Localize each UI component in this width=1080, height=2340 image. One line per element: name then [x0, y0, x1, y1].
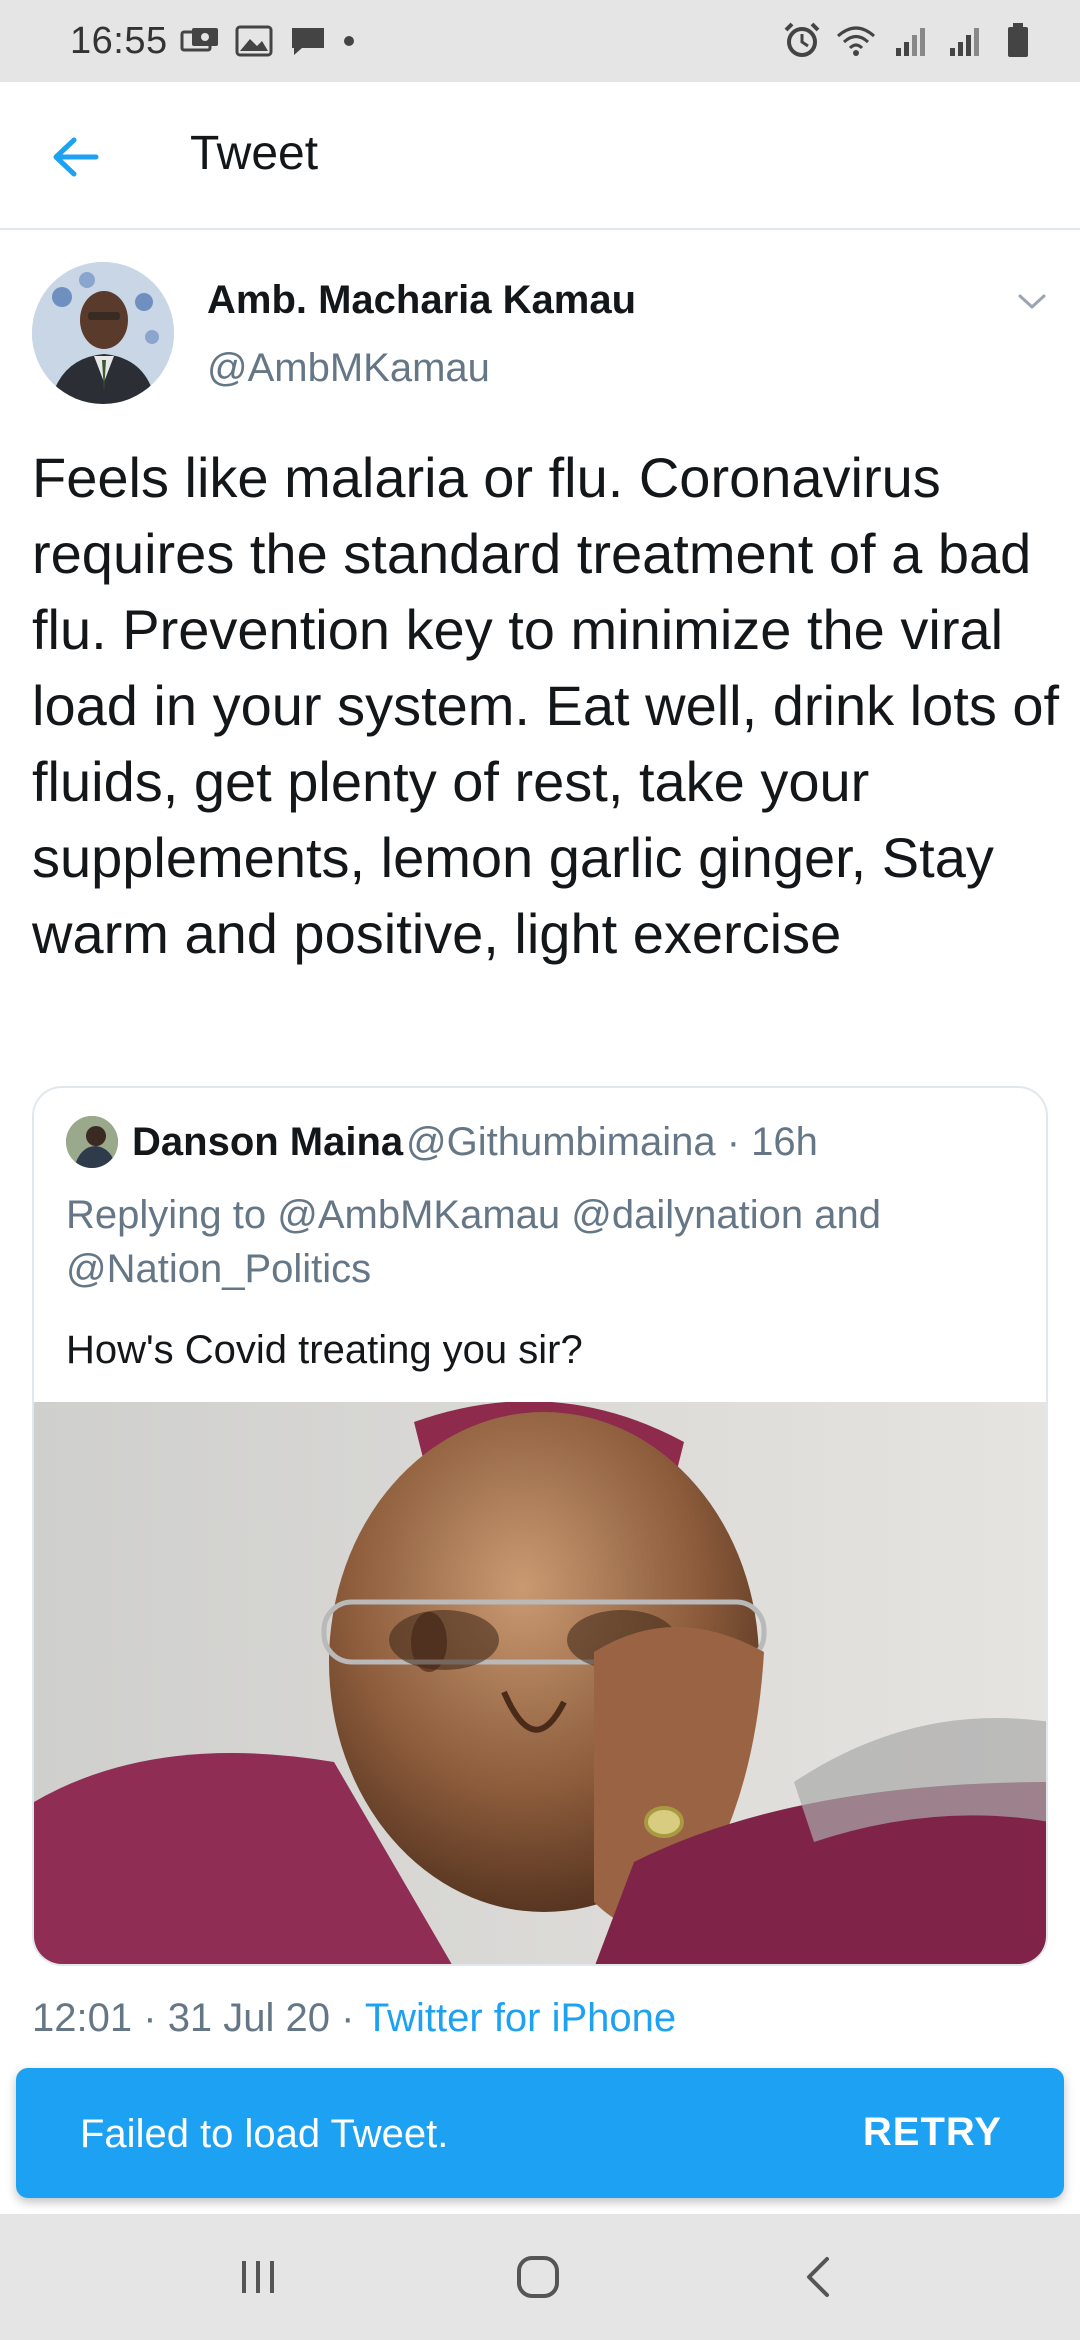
wifi-icon [837, 26, 875, 56]
avatar-image [32, 262, 174, 404]
chat-icon [292, 28, 324, 55]
dot-icon [344, 36, 354, 46]
status-system-icons [780, 20, 1040, 60]
snackbar-message: Failed to load Tweet. [80, 2112, 449, 2156]
app-bar: Tweet [0, 82, 1080, 230]
signal-icon [896, 28, 925, 56]
page-title: Tweet [190, 127, 319, 180]
quoted-tweet-image[interactable] [34, 1402, 1046, 1964]
tweet-text: Feels like malaria or flu. Coronavirus r… [32, 446, 1060, 965]
signal-icon [950, 28, 979, 56]
tweet-date: 31 Jul 20 [167, 1996, 331, 2040]
quoted-author-name: Danson Maina [132, 1120, 404, 1164]
chevron-down-icon [1018, 294, 1046, 310]
alarm-icon [784, 22, 820, 57]
tweet-time: 12:01 [32, 1996, 133, 2040]
meta-separator: · [341, 1996, 355, 2040]
arrow-left-icon [53, 137, 99, 177]
back-icon [807, 2257, 829, 2297]
quoted-author-handle: @Githumbimaina · 16h [406, 1120, 818, 1164]
home-icon [517, 2256, 559, 2298]
quoted-tweet-text: How's Covid treating you sir? [66, 1328, 583, 1372]
status-bar: 16:55 [0, 0, 1080, 82]
retry-button[interactable]: RETRY [863, 2110, 1002, 2155]
nav-back-button[interactable] [778, 2244, 858, 2310]
replying-to-line: Replying to @AmbMKamau @dailynation and … [66, 1193, 881, 1291]
author-handle[interactable]: @AmbMKamau [207, 346, 490, 391]
image-icon [235, 25, 273, 57]
status-time: 16:55 [70, 20, 168, 62]
author-name[interactable]: Amb. Macharia Kamau [207, 278, 636, 323]
back-button[interactable] [40, 122, 110, 192]
sync-icon [180, 28, 218, 52]
recent-apps-button[interactable] [218, 2244, 298, 2310]
system-nav-bar [0, 2214, 1080, 2340]
tweet-timestamp: 12:01 · 31 Jul 20 · Twitter for iPhone [32, 1996, 676, 2041]
status-notification-icons [180, 24, 356, 58]
quoted-author-avatar [66, 1116, 118, 1168]
quoted-tweet-card[interactable]: Danson Maina @Githumbimaina · 16h Replyi… [32, 1086, 1048, 1966]
tweet-source-link[interactable]: Twitter for iPhone [365, 1996, 676, 2040]
tweet-options-button[interactable] [1010, 282, 1054, 322]
battery-icon [1008, 23, 1028, 57]
meta-separator: · [143, 1996, 157, 2040]
home-button[interactable] [498, 2244, 578, 2310]
recent-apps-icon [242, 2261, 274, 2293]
author-avatar[interactable] [32, 262, 174, 404]
error-snackbar: Failed to load Tweet. RETRY [16, 2068, 1064, 2198]
